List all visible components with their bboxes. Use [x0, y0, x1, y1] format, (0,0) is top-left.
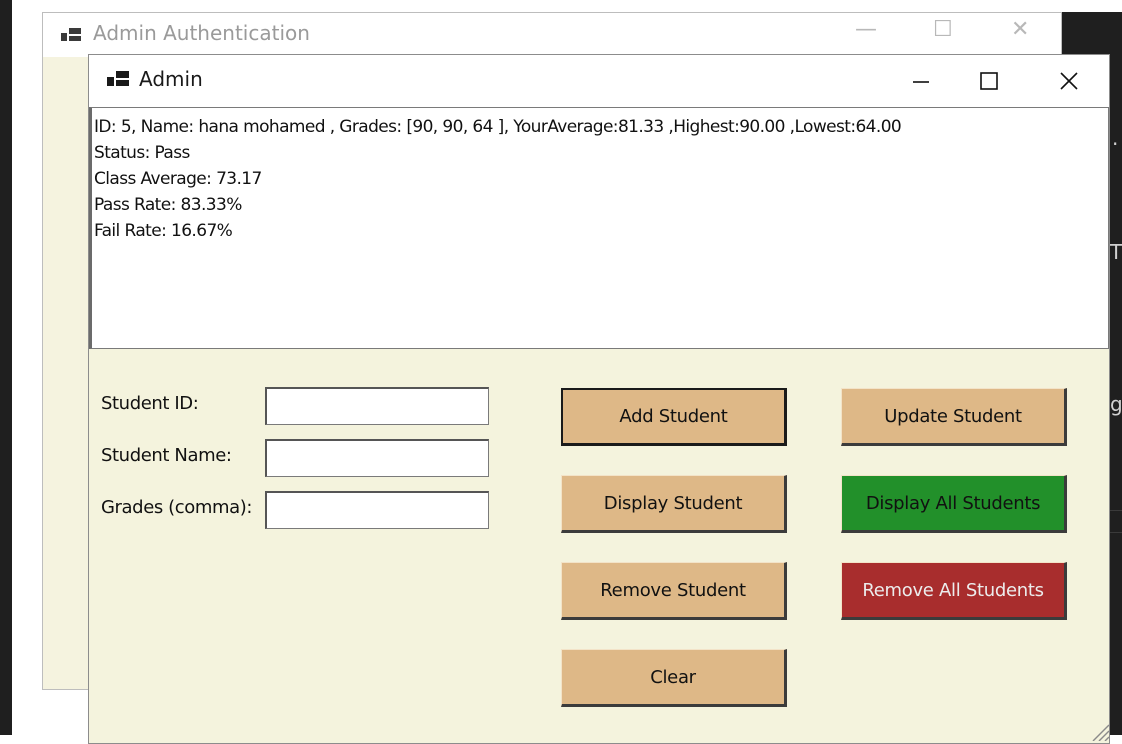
grades-input[interactable]	[265, 491, 489, 529]
output-line: Pass Rate: 83.33%	[94, 195, 242, 215]
minimize-icon	[913, 81, 929, 83]
display-student-button[interactable]: Display Student	[561, 475, 787, 533]
clear-button[interactable]: Clear	[561, 649, 787, 707]
admin-window-titlebar[interactable]: Admin	[89, 55, 1109, 107]
close-icon	[1060, 72, 1078, 90]
desktop-background	[0, 0, 12, 735]
minimize-button[interactable]	[893, 63, 949, 99]
maximize-icon[interactable]: ☐	[933, 17, 953, 42]
maximize-button[interactable]	[961, 63, 1017, 99]
output-line: Status: Pass	[94, 143, 190, 163]
app-window-icon	[61, 28, 81, 41]
add-student-button[interactable]: Add Student	[561, 388, 787, 446]
background-edge-text: g	[1110, 392, 1122, 416]
student-name-input[interactable]	[265, 439, 489, 477]
background-edge-text: T	[1110, 240, 1122, 264]
background-window-titlebar[interactable]: Admin Authentication — ☐ ✕	[43, 13, 1061, 57]
output-line: Class Average: 73.17	[94, 169, 262, 189]
remove-all-students-button[interactable]: Remove All Students	[841, 562, 1067, 620]
background-window-title: Admin Authentication	[93, 21, 310, 45]
grades-label: Grades (comma):	[101, 497, 253, 518]
admin-window: Admin ID: 5, Name: hana mohamed , Grades…	[88, 54, 1110, 744]
output-line: ID: 5, Name: hana mohamed , Grades: [90,…	[94, 117, 902, 137]
student-name-label: Student Name:	[101, 445, 232, 466]
window-title: Admin	[139, 67, 203, 91]
close-button[interactable]	[1041, 63, 1097, 99]
student-id-label: Student ID:	[101, 393, 199, 414]
output-textbox[interactable]: ID: 5, Name: hana mohamed , Grades: [90,…	[89, 107, 1109, 349]
output-line: Fail Rate: 16.67%	[94, 221, 233, 241]
background-edge-text: .	[1112, 126, 1119, 150]
display-all-students-button[interactable]: Display All Students	[841, 475, 1067, 533]
student-id-input[interactable]	[265, 387, 489, 425]
close-icon[interactable]: ✕	[1011, 17, 1029, 42]
resize-grip-icon[interactable]	[1085, 717, 1109, 741]
app-window-icon	[107, 71, 129, 86]
update-student-button[interactable]: Update Student	[841, 388, 1067, 446]
minimize-icon[interactable]: —	[855, 17, 877, 42]
remove-student-button[interactable]: Remove Student	[561, 562, 787, 620]
maximize-icon	[980, 72, 998, 90]
